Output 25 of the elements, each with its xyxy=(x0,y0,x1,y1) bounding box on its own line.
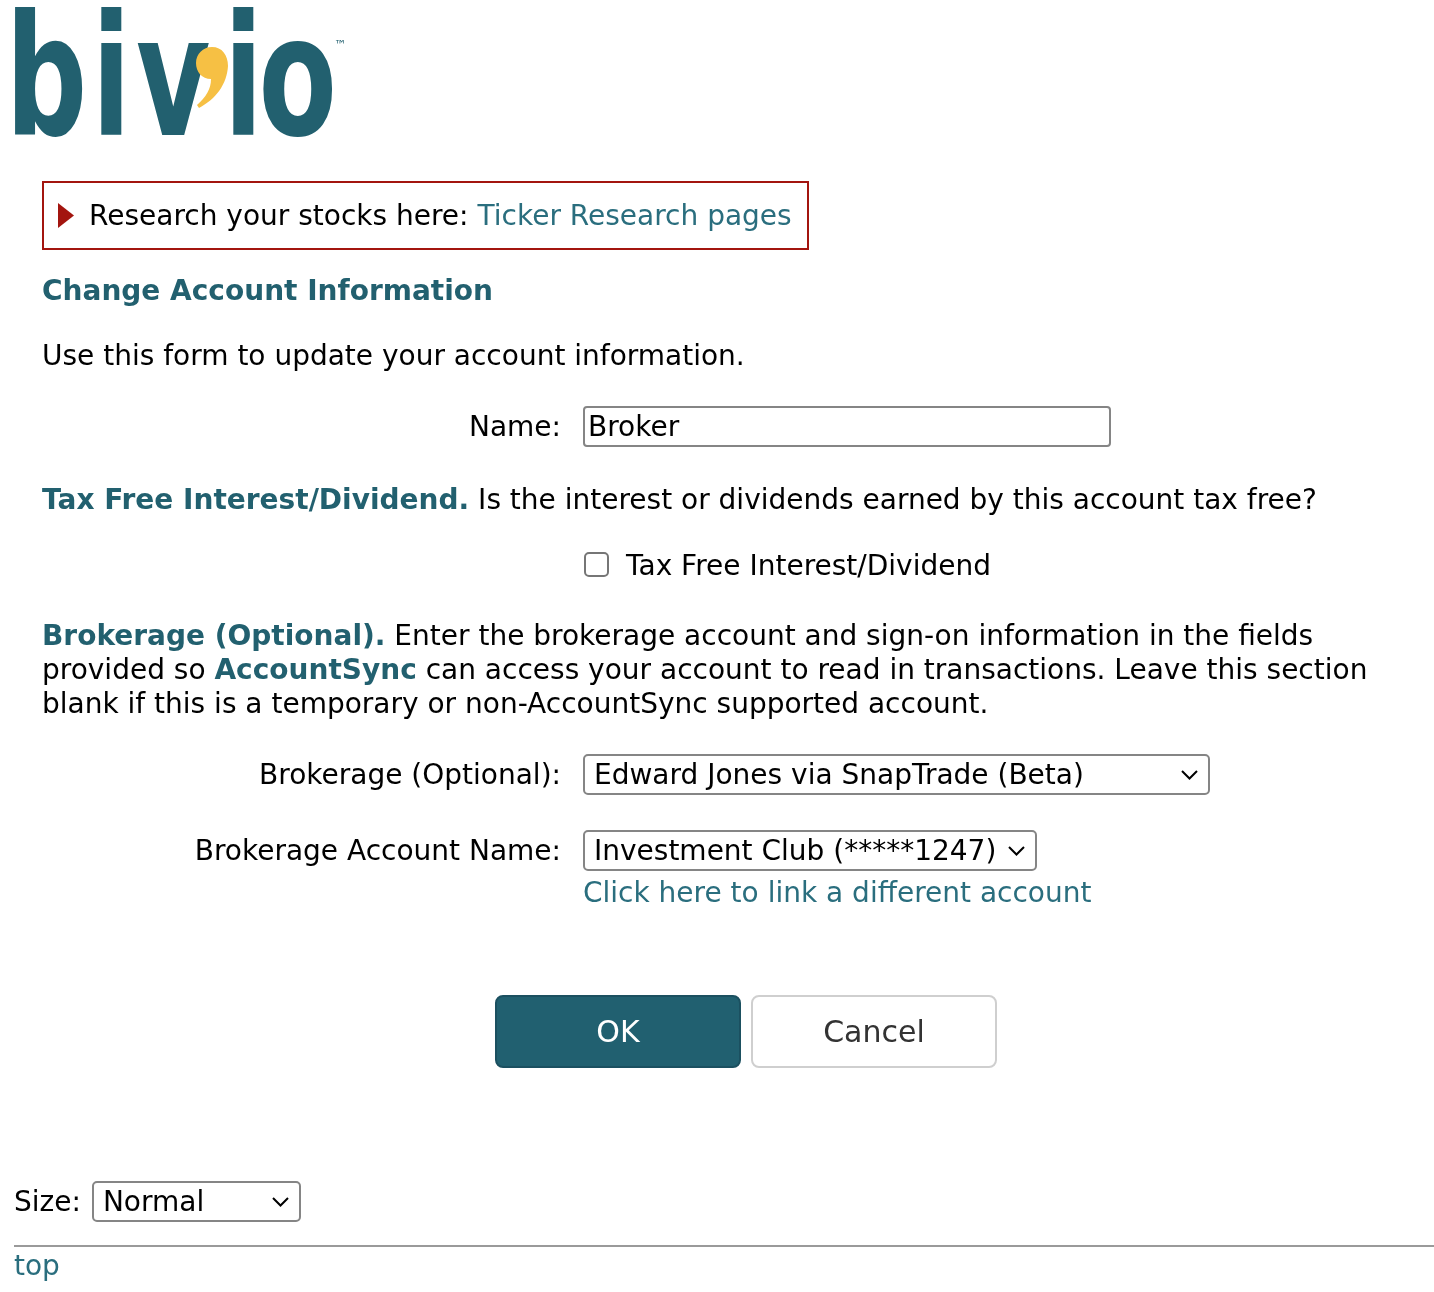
checkbox-label: Tax Free Interest/Dividend xyxy=(626,549,991,583)
logo: bivio™ xyxy=(12,4,352,141)
field-label: Brokerage Account Name: xyxy=(194,833,561,869)
link-account-link[interactable]: Click here to link a different account xyxy=(583,876,1092,909)
size-label: Size: xyxy=(14,1184,81,1219)
caret-icon xyxy=(1181,769,1198,780)
description-text: Tax Free Interest/Dividend. Is the interest or dividends earned by this account tax free? xyxy=(42,483,1318,517)
caret-icon xyxy=(271,1196,289,1207)
field-label: Brokerage (Optional): xyxy=(259,757,561,793)
triangle-icon xyxy=(58,203,74,228)
name-input[interactable]: Broker xyxy=(583,406,1111,447)
caret-icon xyxy=(1008,845,1026,856)
account-select[interactable]: Investment Club (*****1247) xyxy=(583,830,1038,871)
research-link[interactable]: Ticker Research pages xyxy=(477,198,792,233)
ok-button[interactable]: OK xyxy=(495,995,741,1068)
intro-text: Use this form to update your account information. xyxy=(42,339,746,373)
page-heading: Change Account Information xyxy=(42,274,494,308)
checkbox[interactable] xyxy=(584,552,609,577)
notice-text: Research your stocks here: xyxy=(89,198,469,233)
brokerage-select[interactable]: Edward Jones via SnapTrade (Beta) xyxy=(583,754,1210,795)
description-text: Brokerage (Optional). Enter the brokerage account and sign-on information in the fields provided so AccountSync can access your account to read in transactions. Leave this section blank if this is a temporary or non-AccountSync supported account. xyxy=(42,619,1369,721)
top-link[interactable]: top xyxy=(14,1249,60,1282)
cancel-button[interactable]: Cancel xyxy=(751,995,997,1068)
field-label: Name: xyxy=(468,409,561,445)
size-select[interactable]: Normal xyxy=(91,1181,301,1222)
